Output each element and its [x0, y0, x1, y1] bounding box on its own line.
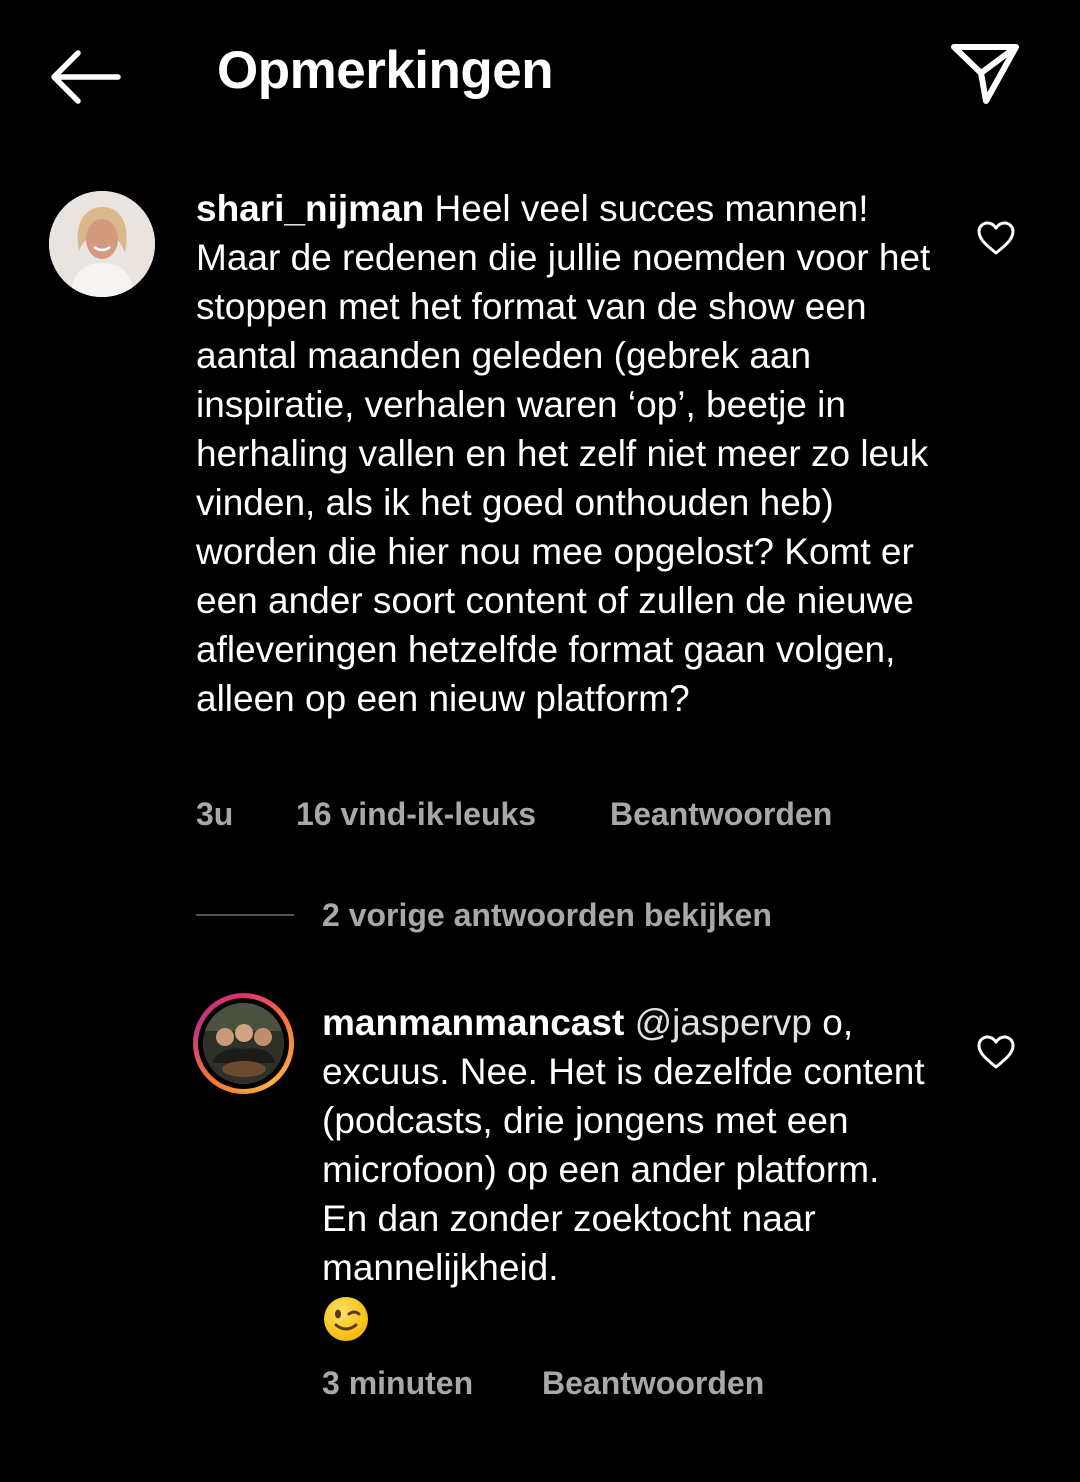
reply-text: o, excuus. Nee. Het is dezelfde content … [322, 1002, 925, 1288]
reply-button[interactable]: Beantwoorden [610, 796, 832, 833]
arrow-left-icon [51, 50, 121, 104]
comment-username[interactable]: shari_nijman [196, 188, 424, 229]
reply-username[interactable]: manmanmancast [322, 1002, 624, 1043]
comment-text: Heel veel succes mannen! Maar de redenen… [196, 188, 931, 719]
heart-icon[interactable] [976, 1033, 1016, 1073]
comment-likes[interactable]: 16 vind-ik-leuks [296, 796, 536, 833]
reply-button[interactable]: Beantwoorden [542, 1365, 764, 1402]
paper-plane-icon [951, 44, 1019, 104]
story-ring-avatar[interactable] [193, 993, 294, 1094]
page-title: Opmerkingen [217, 41, 554, 100]
comment-body: shari_nijman Heel veel succes mannen! Ma… [196, 184, 941, 723]
top-bar: Opmerkingen [0, 0, 1080, 150]
avatar [203, 1003, 284, 1084]
heart-icon[interactable] [976, 219, 1016, 259]
profile-photo [49, 191, 155, 297]
reply-body: manmanmancast @jaspervp o, excuus. Nee. … [322, 998, 932, 1343]
profile-photo [203, 1003, 284, 1084]
reply-time: 3 minuten [322, 1365, 474, 1401]
view-previous-replies-link[interactable]: 2 vorige antwoorden bekijken [322, 897, 772, 934]
winking-face-icon [324, 1297, 368, 1342]
share-button[interactable] [944, 38, 1024, 113]
comment-time: 3u [196, 796, 234, 832]
divider [196, 914, 294, 916]
reply-mention[interactable]: @jaspervp [635, 1002, 812, 1043]
avatar[interactable] [49, 191, 155, 297]
back-button[interactable] [44, 42, 124, 112]
